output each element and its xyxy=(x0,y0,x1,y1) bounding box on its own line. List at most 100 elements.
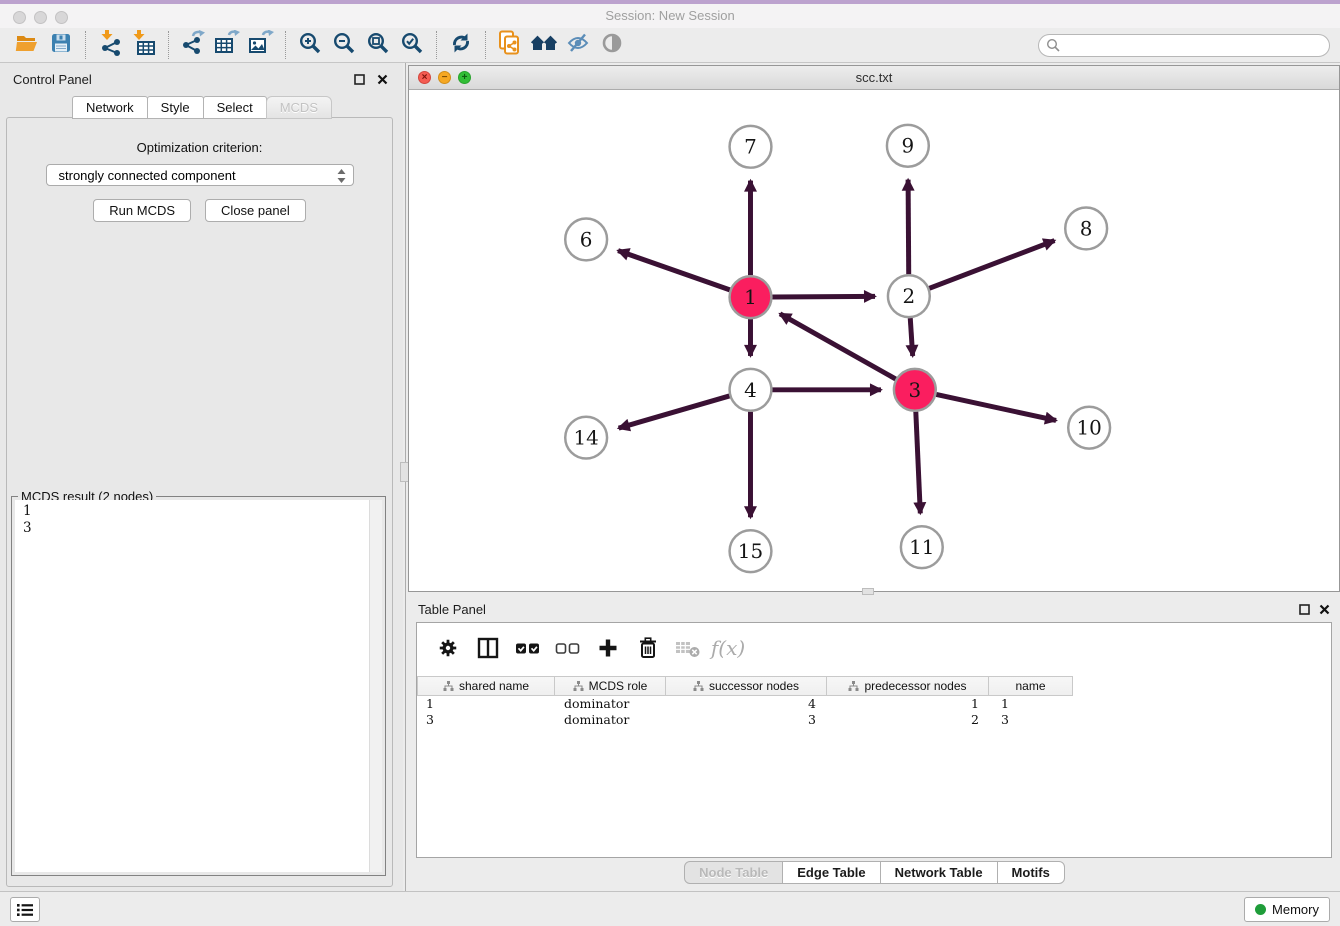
zoom-in-button[interactable] xyxy=(293,30,327,60)
duplicate-network-button[interactable] xyxy=(493,30,527,60)
search-input[interactable] xyxy=(1038,34,1330,57)
node-label-9: 9 xyxy=(902,135,915,158)
node-label-2: 2 xyxy=(903,285,916,308)
export-table-icon xyxy=(214,30,240,61)
edge-3-1[interactable] xyxy=(780,314,896,379)
duplicate-network-icon xyxy=(497,30,523,61)
tab-style[interactable]: Style xyxy=(147,96,204,119)
delete-column-button[interactable] xyxy=(633,634,663,662)
edge-2-9[interactable] xyxy=(908,180,909,275)
float-panel-icon[interactable] xyxy=(354,72,365,90)
tab-network-table[interactable]: Network Table xyxy=(880,861,998,884)
table-cell: dominator xyxy=(556,696,668,712)
edge-3-11[interactable] xyxy=(916,412,921,514)
import-table-button[interactable] xyxy=(127,30,161,60)
export-image-button[interactable] xyxy=(244,30,278,60)
open-session-button[interactable] xyxy=(10,30,44,60)
column-header-shared-name[interactable]: shared name xyxy=(417,676,555,696)
tab-network[interactable]: Network xyxy=(72,96,148,119)
run-mcds-button[interactable]: Run MCDS xyxy=(93,199,191,222)
column-header-successor-nodes[interactable]: successor nodes xyxy=(665,676,827,696)
mcds-buttons-row: Run MCDS Close panel xyxy=(7,199,392,222)
mcds-result-textarea[interactable]: 13 xyxy=(15,500,382,872)
show-columns-button[interactable] xyxy=(473,634,503,662)
edge-1-2[interactable] xyxy=(772,296,875,297)
zoom-out-icon xyxy=(332,31,356,60)
control-panel-tabs: Network Style Select MCDS xyxy=(0,96,403,119)
node-table-body: 1dominator4113dominator323 xyxy=(418,696,1078,728)
network-window-titlebar[interactable]: × − + scc.txt xyxy=(409,66,1339,90)
tab-motifs[interactable]: Motifs xyxy=(997,861,1065,884)
zoom-fit-button[interactable] xyxy=(361,30,395,60)
list-icon xyxy=(16,902,34,918)
mcds-panel: Optimization criterion: strongly connect… xyxy=(6,117,393,887)
create-column-button[interactable] xyxy=(593,634,623,662)
table-settings-button[interactable] xyxy=(433,634,463,662)
node-label-14: 14 xyxy=(573,427,598,450)
first-neighbors-button[interactable] xyxy=(527,30,561,60)
node-label-15: 15 xyxy=(738,540,763,563)
task-history-button[interactable] xyxy=(10,897,40,922)
edge-4-14[interactable] xyxy=(619,396,730,428)
control-panel: Control Panel Network Style Select MCDS … xyxy=(0,63,403,891)
tab-select[interactable]: Select xyxy=(203,96,267,119)
eye-icon xyxy=(600,31,624,60)
memory-label: Memory xyxy=(1272,902,1319,917)
node-label-3: 3 xyxy=(909,379,922,402)
titlebar: Session: New Session xyxy=(0,4,1340,28)
close-panel-icon[interactable] xyxy=(1319,602,1330,620)
node-label-11: 11 xyxy=(909,536,934,559)
column-header-predecessor-nodes[interactable]: predecessor nodes xyxy=(826,676,989,696)
tab-edge-table[interactable]: Edge Table xyxy=(782,861,880,884)
chevron-up-down-icon xyxy=(335,168,348,187)
edge-1-6[interactable] xyxy=(618,251,730,290)
edge-2-3[interactable] xyxy=(910,318,912,356)
show-all-button[interactable] xyxy=(595,30,629,60)
result-scrollbar[interactable] xyxy=(369,500,382,872)
memory-button[interactable]: Memory xyxy=(1244,897,1330,922)
edge-3-10[interactable] xyxy=(936,394,1056,420)
table-cell: 1 xyxy=(830,696,993,712)
eye-slash-icon xyxy=(566,31,590,60)
optimization-criterion-label: Optimization criterion: xyxy=(7,140,392,155)
column-header-name[interactable]: name xyxy=(988,676,1073,696)
refresh-icon xyxy=(449,31,473,60)
close-panel-icon[interactable] xyxy=(377,72,388,90)
unselect-all-button[interactable] xyxy=(553,634,583,662)
criterion-dropdown[interactable]: strongly connected component xyxy=(46,164,354,186)
attribute-tree-icon xyxy=(848,681,859,692)
table-cell: dominator xyxy=(556,712,668,728)
plus-icon xyxy=(596,636,620,660)
network-canvas[interactable]: 1234678910111415 xyxy=(409,90,1339,591)
export-table-button[interactable] xyxy=(210,30,244,60)
tab-mcds[interactable]: MCDS xyxy=(266,96,332,119)
select-all-button[interactable] xyxy=(513,634,543,662)
attribute-tree-icon xyxy=(693,681,704,692)
application-window: Session: New Session Control Panel xyxy=(0,0,1340,926)
table-row[interactable]: 1dominator411 xyxy=(418,696,1078,712)
network-graph[interactable]: 1234678910111415 xyxy=(409,90,1339,591)
horizontal-splitter-grip[interactable] xyxy=(862,588,874,595)
edge-2-8[interactable] xyxy=(929,241,1054,289)
table-cell: 3 xyxy=(668,712,830,728)
apply-layout-button[interactable] xyxy=(444,30,478,60)
hide-selected-button[interactable] xyxy=(561,30,595,60)
table-cell: 1 xyxy=(418,696,556,712)
column-header-MCDS-role[interactable]: MCDS role xyxy=(554,676,666,696)
zoom-selected-icon xyxy=(400,31,424,60)
table-row[interactable]: 3dominator323 xyxy=(418,712,1078,728)
import-network-button[interactable] xyxy=(93,30,127,60)
toolbar-separator xyxy=(85,31,86,59)
save-session-button[interactable] xyxy=(44,30,78,60)
zoom-selected-button[interactable] xyxy=(395,30,429,60)
checked-boxes-icon xyxy=(515,636,541,660)
node-table-container: f(x) shared nameMCDS rolesuccessor nodes… xyxy=(416,622,1332,858)
export-network-button[interactable] xyxy=(176,30,210,60)
float-panel-icon[interactable] xyxy=(1299,602,1310,620)
close-panel-button[interactable]: Close panel xyxy=(205,199,306,222)
tab-node-table[interactable]: Node Table xyxy=(684,861,783,884)
table-cell: 2 xyxy=(830,712,993,728)
delete-table-button-disabled xyxy=(673,634,703,662)
zoom-out-button[interactable] xyxy=(327,30,361,60)
node-label-1: 1 xyxy=(744,286,757,309)
